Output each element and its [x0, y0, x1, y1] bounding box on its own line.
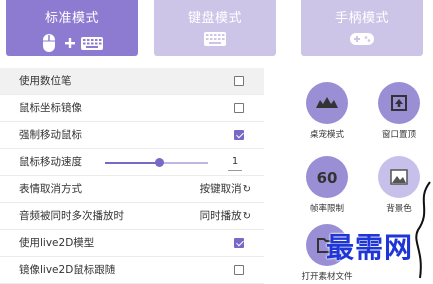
tab-standard-mode-label: 标准模式	[44, 11, 99, 26]
fps-60-icon: 60	[317, 169, 338, 187]
setting-label: 使用数位笔	[19, 75, 72, 87]
tool-caption: 打开素材文件	[301, 272, 353, 282]
cycle-icon: ↻	[242, 211, 251, 222]
tool-caption: 窗口置顶	[381, 130, 416, 140]
tool-fps-limit[interactable]: 60 帧率限制	[300, 156, 354, 214]
setting-label: 表情取消方式	[19, 183, 82, 195]
mouse-mirror-checkbox[interactable]	[234, 103, 244, 113]
tab-keyboard-mode[interactable]: 键盘模式	[154, 0, 276, 56]
tool-desktop-pet[interactable]: 桌宠模式	[300, 82, 354, 140]
mouse-speed-value-input[interactable]: 1	[228, 154, 242, 171]
setting-mouse-mirror: 鼠标坐标镜像	[0, 95, 264, 122]
tab-gamepad-mode-label: 手柄模式	[334, 11, 389, 26]
setting-force-move-mouse: 强制移动鼠标	[0, 122, 264, 149]
cycle-icon: ↻	[242, 184, 251, 195]
fps-glyph: 60	[317, 169, 338, 187]
use-live2d-checkbox[interactable]	[234, 238, 244, 248]
setting-label: 强制移动鼠标	[19, 129, 82, 141]
mouse-keyboard-icon	[43, 34, 103, 52]
tool-pin-top[interactable]: 窗口置顶	[372, 82, 426, 140]
keyboard-icon	[204, 32, 226, 46]
use-pen-checkbox[interactable]	[234, 76, 244, 86]
mouse-speed-slider-fill	[105, 162, 159, 164]
setting-mirror-live2d: 镜像live2D鼠标跟随	[0, 257, 264, 284]
desktop-pet-button[interactable]	[306, 82, 348, 124]
setting-emoji-cancel: 表情取消方式 按键取消↻	[0, 176, 264, 203]
setting-use-pen: 使用数位笔	[0, 68, 264, 95]
force-move-mouse-checkbox[interactable]	[234, 130, 244, 140]
pin-top-button[interactable]	[378, 82, 420, 124]
mirror-live2d-checkbox[interactable]	[234, 265, 244, 275]
setting-audio-multi: 音频被同时多次播放时 同时播放↻	[0, 203, 264, 230]
audio-multi-selector[interactable]: 同时播放↻	[200, 203, 251, 230]
tab-standard-mode[interactable]: 标准模式	[6, 0, 138, 56]
desktop-pet-icon	[316, 97, 338, 108]
mode-tab-bar: 标准模式 键盘模式 手柄模式	[0, 0, 433, 60]
pin-top-icon	[391, 95, 407, 111]
mouse-speed-slider-handle[interactable]	[154, 158, 164, 167]
setting-label: 鼠标移动速度	[19, 156, 82, 168]
setting-use-live2d: 使用live2D模型	[0, 230, 264, 257]
gamepad-icon	[350, 33, 374, 45]
tool-caption: 帧率限制	[309, 204, 344, 214]
setting-mouse-speed: 鼠标移动速度 1	[0, 149, 264, 176]
settings-list: 使用数位笔 鼠标坐标镜像 强制移动鼠标 鼠标移动速度 1 表情取消方式 按键取消…	[0, 68, 264, 284]
emoji-cancel-selector[interactable]: 按键取消↻	[200, 176, 251, 203]
setting-label: 音频被同时多次播放时	[19, 210, 124, 222]
tab-gamepad-mode[interactable]: 手柄模式	[301, 0, 423, 56]
audio-multi-value: 同时播放	[199, 210, 242, 222]
setting-label: 使用live2D模型	[19, 237, 95, 249]
decorative-scribble	[415, 181, 431, 279]
tool-caption: 桌宠模式	[309, 130, 344, 140]
emoji-cancel-value: 按键取消	[199, 183, 242, 195]
watermark: 最需网	[326, 231, 414, 264]
setting-label: 镜像live2D鼠标跟随	[19, 264, 116, 276]
tab-keyboard-mode-label: 键盘模式	[187, 11, 242, 26]
setting-label: 鼠标坐标镜像	[19, 102, 82, 114]
fps-limit-button[interactable]: 60	[306, 156, 348, 198]
